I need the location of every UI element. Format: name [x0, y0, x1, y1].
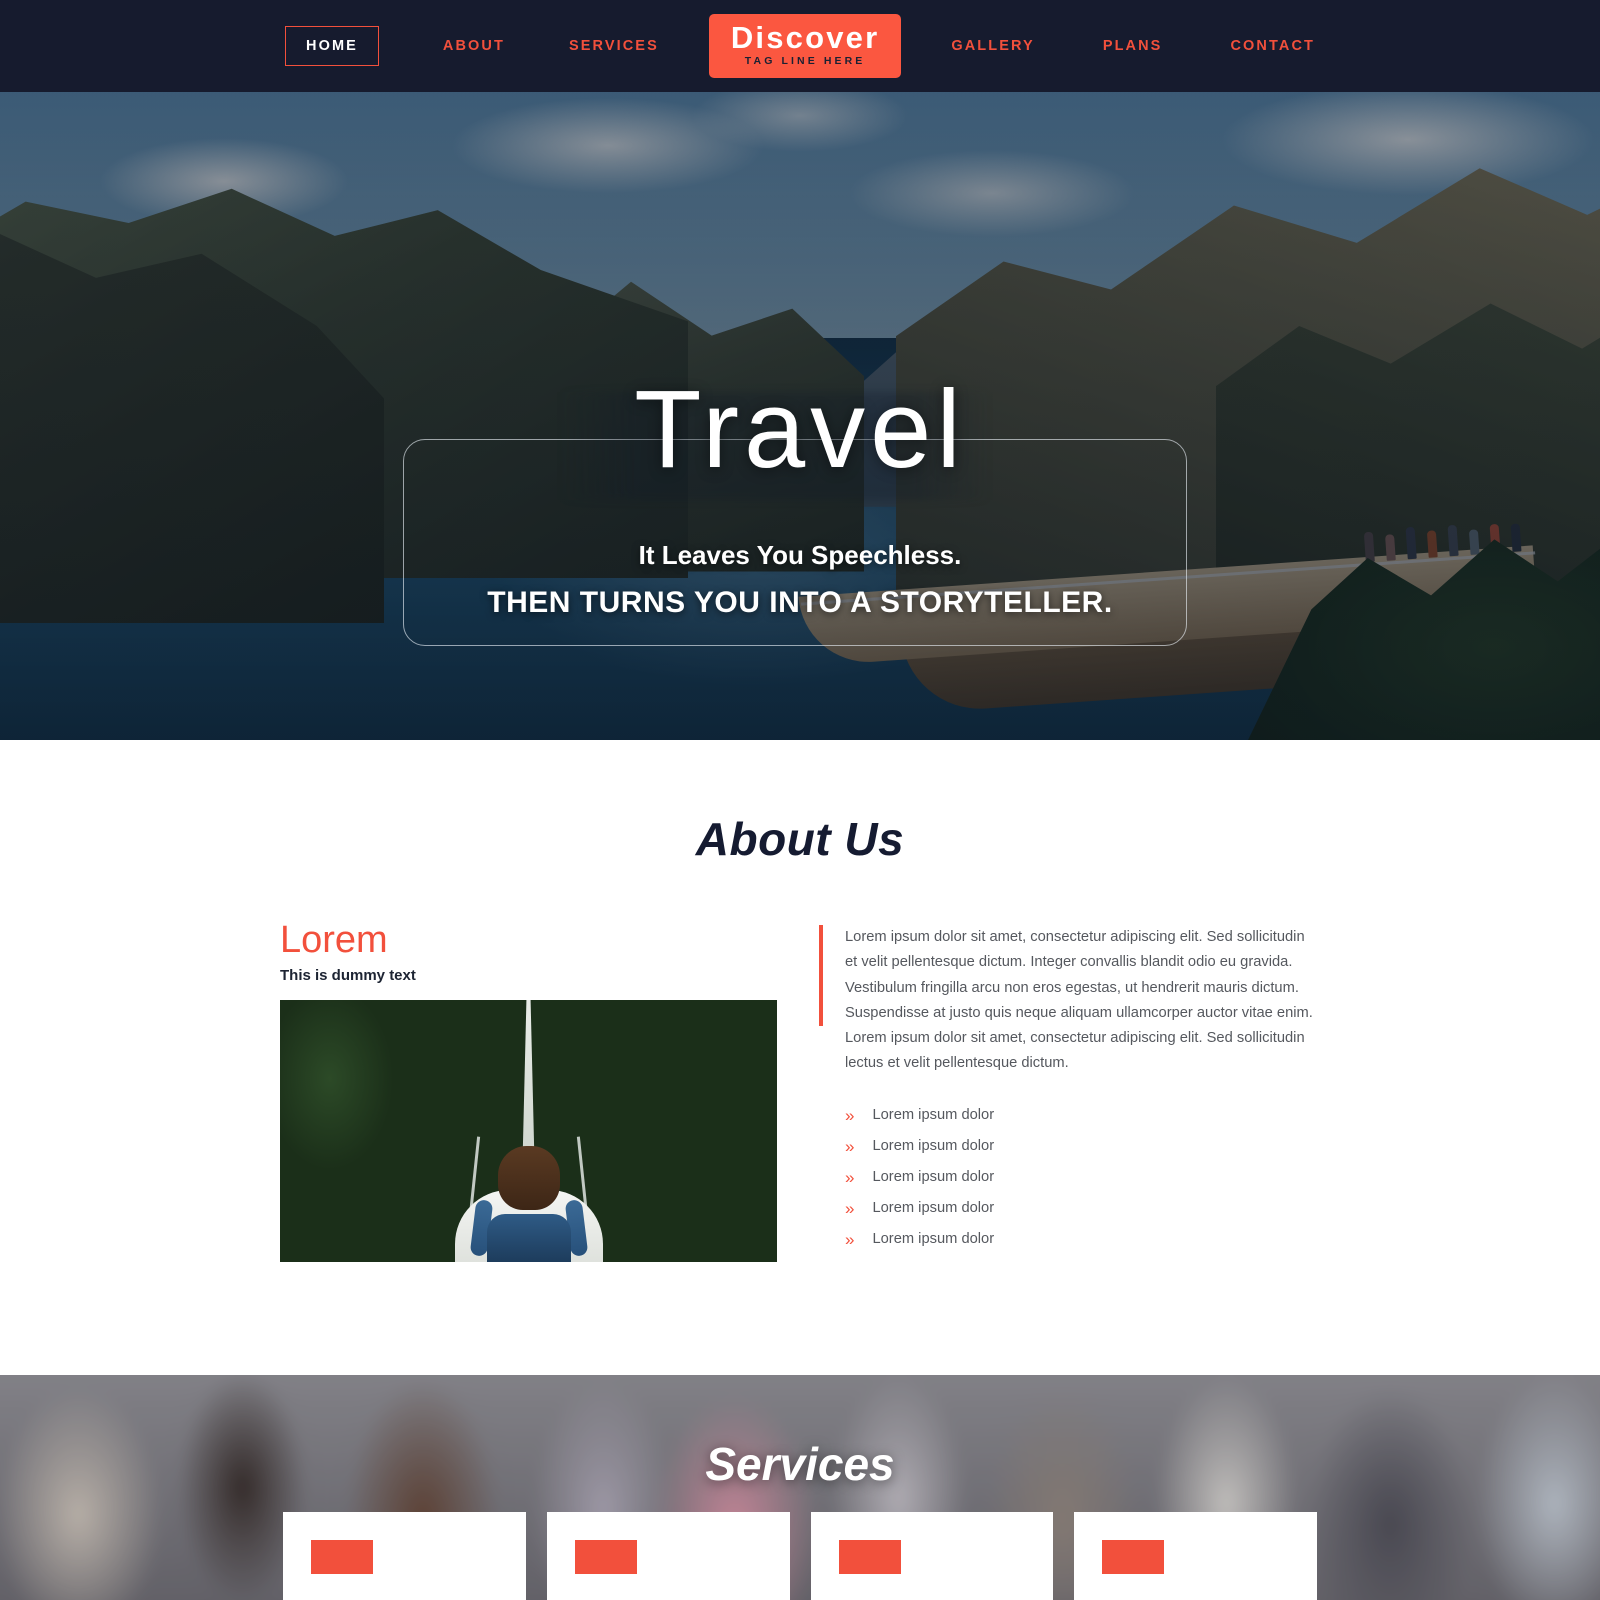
hiker-backpack	[486, 1214, 571, 1262]
main-navigation: HOME ABOUT SERVICES Discover TAG LINE HE…	[0, 0, 1600, 92]
nav-item-services[interactable]: SERVICES	[569, 38, 659, 54]
services-heading: Services	[705, 1438, 895, 1490]
about-paragraph-block: Lorem ipsum dolor sit amet, consectetur …	[819, 925, 1319, 1027]
nav-inner: HOME ABOUT SERVICES Discover TAG LINE HE…	[285, 13, 1315, 79]
service-card-2[interactable]	[546, 1512, 790, 1600]
double-chevron-right-icon: »	[845, 1167, 855, 1187]
list-item[interactable]: » Lorem ipsum dolor	[845, 1169, 1319, 1186]
service-card-icon-placeholder	[311, 1540, 373, 1574]
about-right-column: Lorem ipsum dolor sit amet, consectetur …	[819, 921, 1319, 1262]
list-item-label: Lorem ipsum dolor	[872, 1138, 995, 1155]
about-paragraph-2: Lorem ipsum dolor sit amet, consectetur …	[845, 1030, 1305, 1072]
double-chevron-right-icon: »	[845, 1136, 855, 1156]
service-card-1[interactable]	[283, 1512, 526, 1600]
about-grid: Lorem This is dummy text Lorem ipsum dol…	[280, 921, 1320, 1262]
nav-item-home[interactable]: HOME	[285, 25, 379, 66]
hero-content: Travel It Leaves You Speechless. THEN TU…	[0, 92, 1600, 740]
double-chevron-right-icon: »	[845, 1105, 855, 1125]
hero-subtitle-secondary: THEN TURNS YOU INTO A STORYTELLER.	[487, 586, 1113, 619]
service-card-icon-placeholder	[1102, 1540, 1165, 1574]
hiker-head	[497, 1146, 560, 1210]
double-chevron-right-icon: »	[845, 1229, 855, 1249]
list-item-label: Lorem ipsum dolor	[872, 1200, 995, 1217]
hero-title: Travel	[634, 368, 966, 491]
nav-item-plans[interactable]: PLANS	[1103, 38, 1163, 54]
nav-item-gallery[interactable]: GALLERY	[951, 38, 1034, 54]
about-subheading: Lorem	[280, 919, 388, 961]
nav-item-contact[interactable]: CONTACT	[1230, 38, 1315, 54]
nav-links-left: HOME ABOUT SERVICES	[285, 25, 659, 66]
nav-links-right: GALLERY PLANS CONTACT	[951, 38, 1315, 54]
list-item-label: Lorem ipsum dolor	[872, 1231, 995, 1248]
list-item[interactable]: » Lorem ipsum dolor	[845, 1138, 1319, 1155]
about-paragraph-1: Lorem ipsum dolor sit amet, consectetur …	[845, 929, 1313, 1021]
about-heading: About Us	[695, 813, 905, 865]
about-image-hiker-on-bridge	[280, 1000, 777, 1262]
service-card-icon-placeholder	[838, 1540, 901, 1574]
logo-title: Discover	[730, 19, 880, 55]
service-card-3[interactable]	[810, 1512, 1054, 1600]
list-item[interactable]: » Lorem ipsum dolor	[845, 1231, 1319, 1248]
list-item[interactable]: » Lorem ipsum dolor	[845, 1200, 1319, 1217]
service-card-icon-placeholder	[574, 1540, 637, 1574]
logo-tagline: TAG LINE HERE	[744, 55, 866, 68]
about-dummy-caption: This is dummy text	[280, 967, 416, 984]
list-item[interactable]: » Lorem ipsum dolor	[845, 1107, 1319, 1124]
about-section: About Us Lorem This is dummy text Lorem …	[0, 740, 1600, 1375]
service-card-4[interactable]	[1074, 1512, 1317, 1600]
site-logo[interactable]: Discover TAG LINE HERE	[708, 13, 902, 79]
service-cards	[283, 1512, 1317, 1600]
double-chevron-right-icon: »	[845, 1198, 855, 1218]
list-item-label: Lorem ipsum dolor	[872, 1107, 995, 1124]
list-item-label: Lorem ipsum dolor	[872, 1169, 995, 1186]
about-left-column: Lorem This is dummy text	[280, 921, 777, 1262]
services-section: Services	[0, 1375, 1600, 1600]
hero-subtitle-primary: It Leaves You Speechless.	[638, 540, 962, 570]
hero-section: Travel It Leaves You Speechless. THEN TU…	[0, 92, 1600, 740]
nav-item-about[interactable]: ABOUT	[443, 38, 505, 54]
about-feature-list: » Lorem ipsum dolor » Lorem ipsum dolor …	[819, 1107, 1319, 1248]
